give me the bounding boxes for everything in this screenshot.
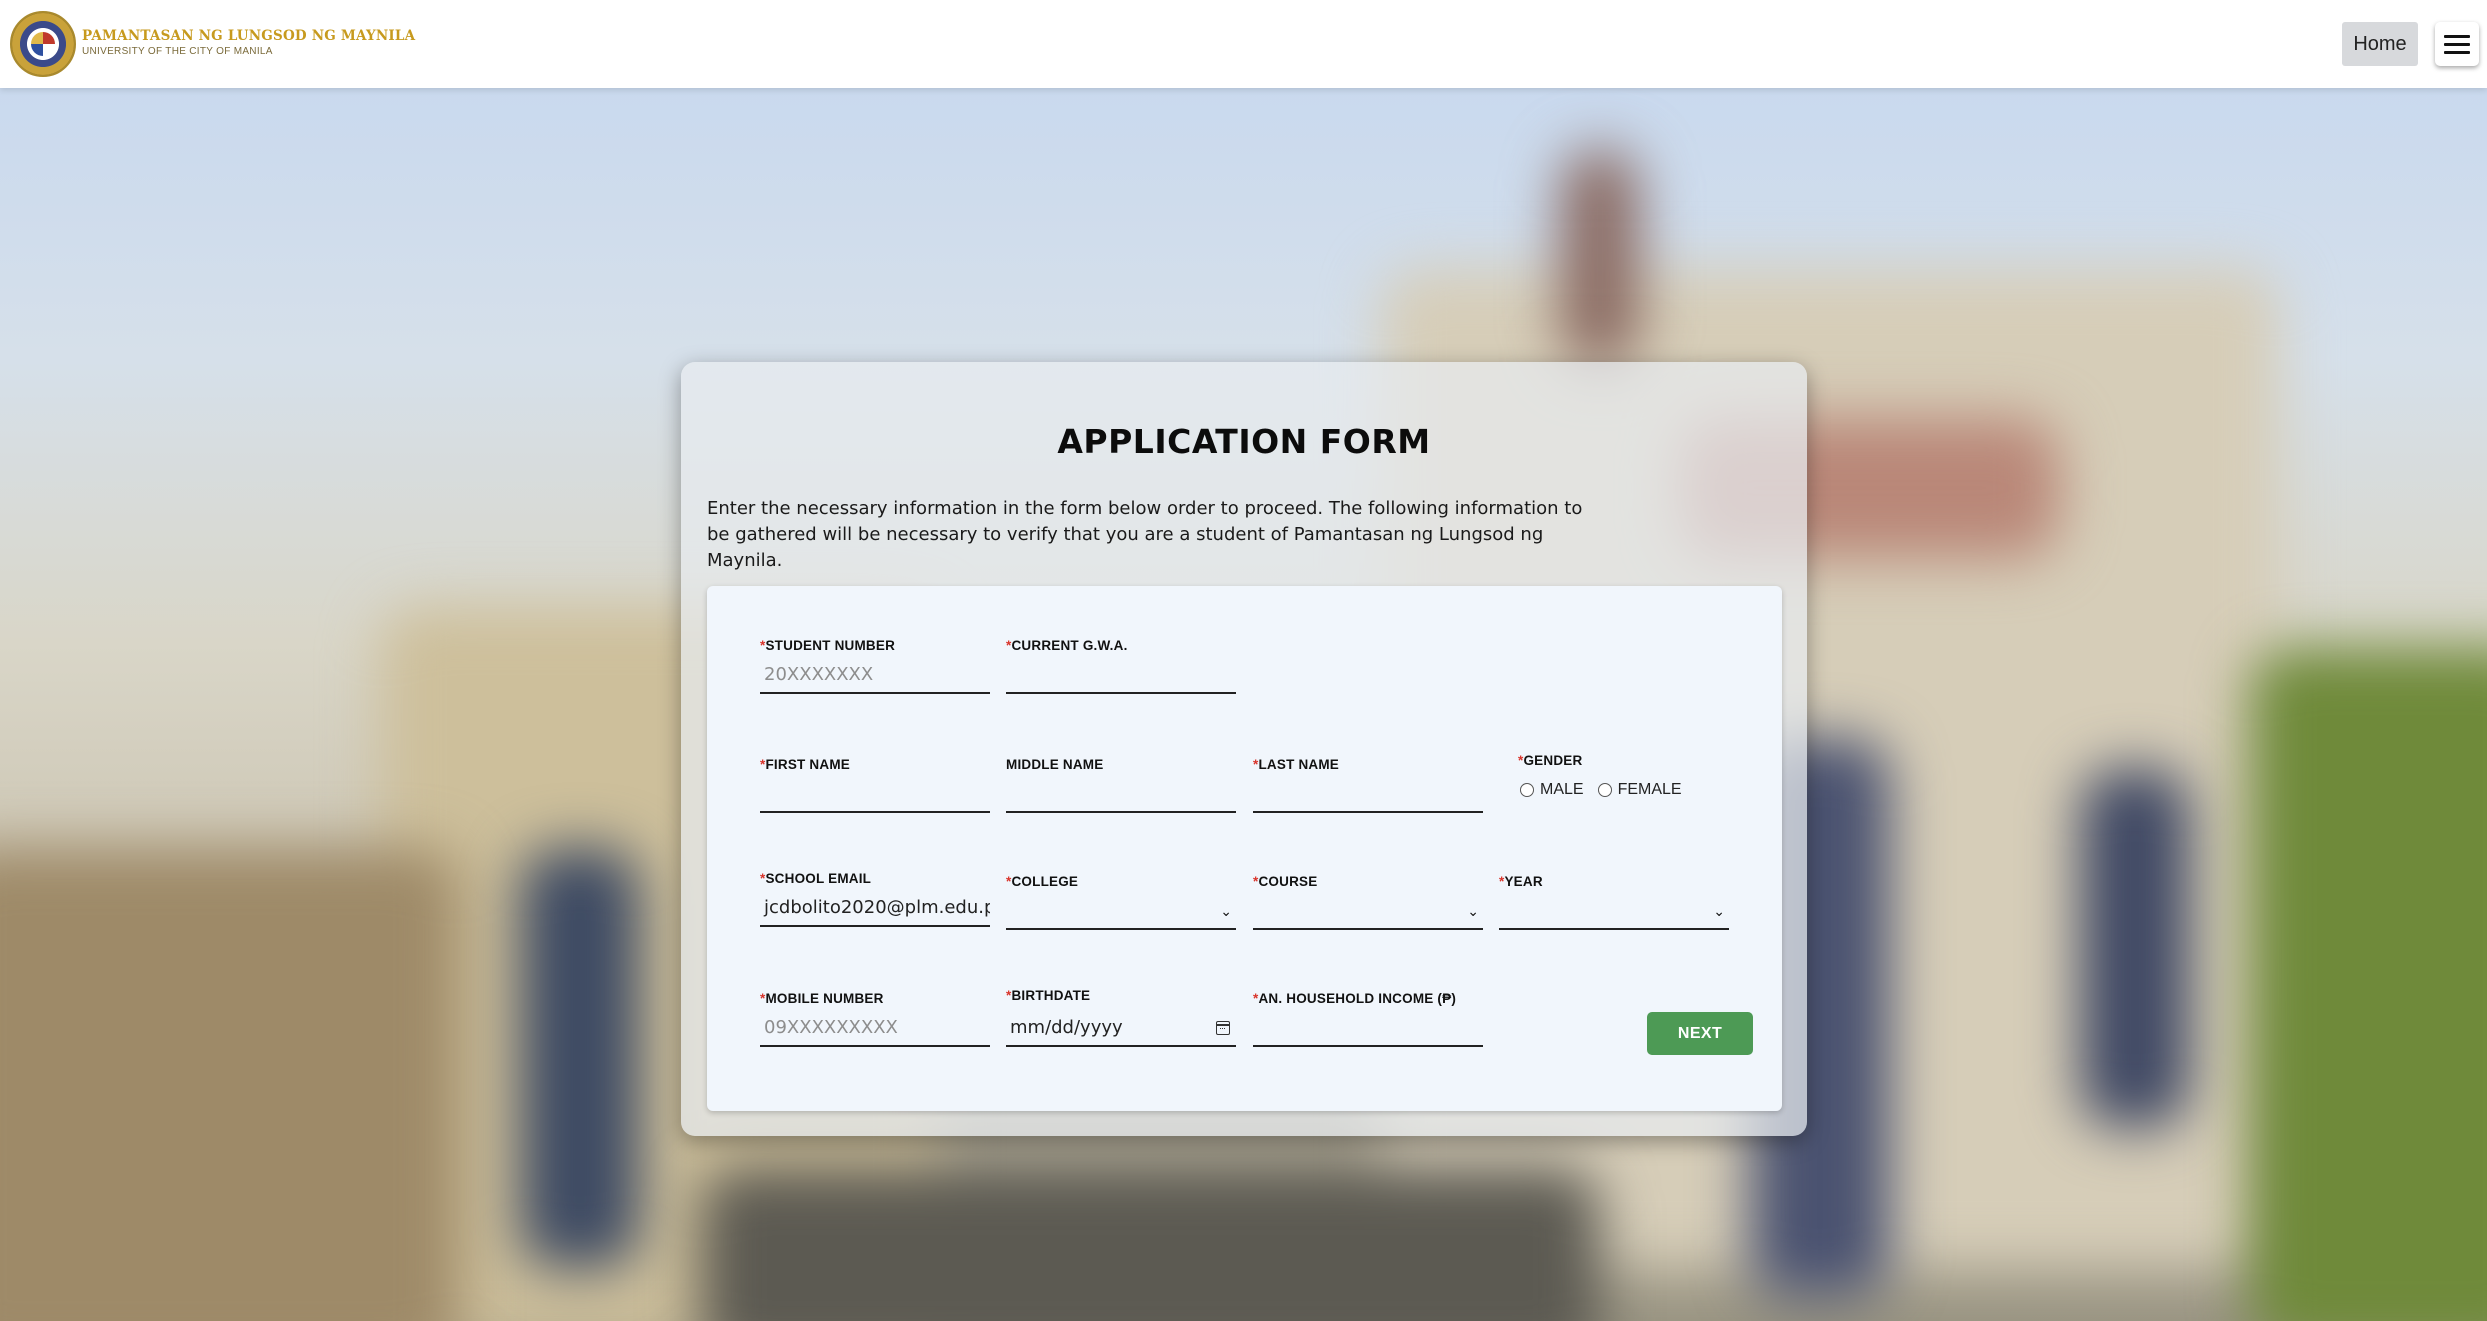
birthdate-input[interactable]: mm/dd/yyyy xyxy=(1006,1011,1236,1047)
chevron-down-icon: ⌄ xyxy=(1467,904,1479,920)
chevron-down-icon: ⌄ xyxy=(1713,904,1725,920)
gender-option-female[interactable]: FEMALE xyxy=(1597,781,1682,799)
school-email-input[interactable]: jcdbolito2020@plm.edu.ph xyxy=(760,891,990,927)
hamburger-icon-bar xyxy=(2444,34,2470,38)
course-select[interactable]: ⌄ xyxy=(1253,894,1483,930)
application-form-card: APPLICATION FORM Enter the necessary inf… xyxy=(681,362,1807,1136)
student-number-input[interactable]: 20XXXXXXX xyxy=(760,658,990,694)
gender-radio-group: MALE FEMALE xyxy=(1520,781,1682,799)
university-seal-logo[interactable] xyxy=(10,11,76,77)
first-name-label: *FIRST NAME xyxy=(760,757,850,772)
next-button[interactable]: NEXT xyxy=(1647,1012,1753,1055)
home-button[interactable]: Home xyxy=(2342,22,2418,66)
gender-option-male[interactable]: MALE xyxy=(1520,781,1584,799)
year-label: *YEAR xyxy=(1499,874,1543,889)
school-email-label: *SCHOOL EMAIL xyxy=(760,871,872,886)
household-income-input[interactable] xyxy=(1253,1011,1483,1047)
org-name: PAMANTASAN NG LUNGSOD NG MAYNILA xyxy=(82,28,416,44)
middle-name-label: MIDDLE NAME xyxy=(1006,757,1104,772)
hamburger-icon-bar xyxy=(2444,50,2470,54)
household-income-label: *AN. HOUSEHOLD INCOME (₱) xyxy=(1253,991,1457,1006)
current-gwa-label: *CURRENT G.W.A. xyxy=(1006,638,1128,653)
last-name-label: *LAST NAME xyxy=(1253,757,1340,772)
first-name-input[interactable] xyxy=(760,777,990,813)
mobile-number-input[interactable]: 09XXXXXXXXX xyxy=(760,1011,990,1047)
college-label: *COLLEGE xyxy=(1006,874,1079,889)
birthdate-label: *BIRTHDATE xyxy=(1006,988,1091,1003)
current-gwa-input[interactable] xyxy=(1006,658,1236,694)
mobile-number-label: *MOBILE NUMBER xyxy=(760,991,884,1006)
radio-button[interactable] xyxy=(1597,783,1612,797)
calendar-icon[interactable] xyxy=(1216,1021,1230,1035)
menu-button[interactable] xyxy=(2435,22,2479,66)
gender-label: *GENDER xyxy=(1518,753,1583,768)
page-title: APPLICATION FORM xyxy=(1057,422,1431,461)
student-number-label: *STUDENT NUMBER xyxy=(760,638,896,653)
course-label: *COURSE xyxy=(1253,874,1318,889)
last-name-input[interactable] xyxy=(1253,777,1483,813)
org-subtitle: UNIVERSITY OF THE CITY OF MANILA xyxy=(82,46,273,57)
radio-button[interactable] xyxy=(1520,783,1534,797)
year-select[interactable]: ⌄ xyxy=(1499,894,1729,930)
form-panel: *STUDENT NUMBER 20XXXXXXX *CURRENT G.W.A… xyxy=(707,586,1782,1111)
hamburger-icon-bar xyxy=(2444,42,2470,46)
form-description: Enter the necessary information in the f… xyxy=(707,498,1583,571)
top-navbar: PAMANTASAN NG LUNGSOD NG MAYNILA UNIVERS… xyxy=(0,0,2487,88)
college-select[interactable]: ⌄ xyxy=(1006,894,1236,930)
chevron-down-icon: ⌄ xyxy=(1220,904,1232,920)
seal-emblem-icon xyxy=(31,32,55,56)
middle-name-input[interactable] xyxy=(1006,777,1236,813)
